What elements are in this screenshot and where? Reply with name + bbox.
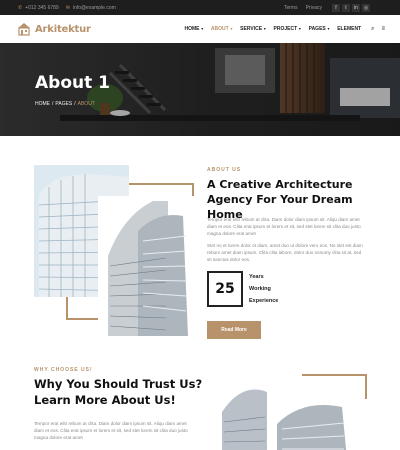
nav-icons: ⌕ ≡ [371,26,385,33]
chevron-down-icon: ▼ [263,27,267,31]
nav-item-project[interactable]: PROJECT ▼ [274,26,302,32]
breadcrumb-home[interactable]: HOME [35,101,50,107]
nav-item-pages[interactable]: PAGES ▼ [309,26,331,32]
breadcrumb: HOME / PAGES / ABOUT [35,101,95,107]
about-paragraph-1: Tempor erat elitr rebum at clita. Diam d… [207,217,361,237]
brand-name: Arkitektur [35,23,91,35]
nav-item-label: ABOUT [210,26,229,32]
why-images [207,367,367,450]
years-label: Years Working Experience [249,271,278,307]
email-text: info@example.com [72,4,116,11]
breadcrumb-separator: / [74,101,76,107]
menu-icon[interactable]: ≡ [381,26,385,33]
tower-image [272,399,367,450]
email-contact[interactable]: ✉ info@example.com [66,5,116,11]
years-value: 25 [207,271,243,307]
top-links: Terms Privacy [284,5,322,11]
nav-item-about[interactable]: ABOUT ▼ [211,26,233,32]
chevron-down-icon: ▼ [298,27,302,31]
experience-block: 25 Years Working Experience [207,271,278,307]
chevron-down-icon: ▼ [229,27,234,31]
hero-banner: About 1 HOME / PAGES / ABOUT [0,43,400,136]
terms-link[interactable]: Terms [284,5,298,11]
years-label-line: Working [249,286,271,292]
logo-icon [18,23,30,36]
logo[interactable]: Arkitektur [17,22,91,36]
linkedin-icon[interactable]: in [352,3,360,12]
about-images [34,165,194,336]
instagram-icon[interactable]: ◎ [362,3,370,12]
nav-item-element[interactable]: ELEMENT [337,26,361,32]
tower-image [98,196,194,336]
social-links: f t in ◎ [332,3,370,12]
breadcrumb-pages[interactable]: PAGES [55,101,72,107]
nav-item-label: PROJECT [273,26,298,32]
breadcrumb-separator: / [52,101,54,107]
privacy-link[interactable]: Privacy [306,5,322,11]
breadcrumb-current: ABOUT [77,101,95,107]
nav-item-label: SERVICE [240,26,263,32]
nav-item-label: ELEMENT [337,26,362,32]
why-title: Why You Should Trust Us? Learn More Abou… [34,377,203,407]
years-label-line: Years [249,274,264,280]
nav-item-home[interactable]: HOME ▼ [184,26,203,32]
about-eyebrow: ABOUT US [207,167,242,173]
search-icon[interactable]: ⌕ [371,26,374,33]
nav-item-label: HOME [184,26,200,32]
about-paragraph-2: Stet no et lorem dolor et diam, amet duo… [207,243,363,263]
why-paragraph: Tempor erat elitr rebum at clita. Diam d… [34,421,188,441]
phone-icon: ✆ [18,4,23,11]
phone-text: +012 345 6789 [25,4,59,11]
years-label-line: Experience [249,298,279,304]
nav-item-service[interactable]: SERVICE ▼ [240,26,266,32]
email-icon: ✉ [65,4,70,11]
top-bar: ✆ +012 345 6789 ✉ info@example.com Terms… [0,0,400,15]
page-title: About 1 [35,73,110,93]
chevron-down-icon: ▼ [200,27,204,31]
phone-contact[interactable]: ✆ +012 345 6789 [18,5,59,11]
chevron-down-icon: ▼ [326,27,331,31]
nav-menu: HOME ▼ ABOUT ▼ SERVICE ▼ PROJECT ▼ PAGES… [184,26,361,32]
why-eyebrow: WHY CHOOSE US! [34,367,93,373]
facebook-icon[interactable]: f [332,3,340,12]
read-more-button[interactable]: Read More [207,321,261,339]
nav-item-label: PAGES [308,26,326,32]
twitter-icon[interactable]: t [342,3,350,12]
page: ✆ +012 345 6789 ✉ info@example.com Terms… [0,0,400,450]
main-nav: Arkitektur HOME ▼ ABOUT ▼ SERVICE ▼ PROJ… [0,15,400,43]
